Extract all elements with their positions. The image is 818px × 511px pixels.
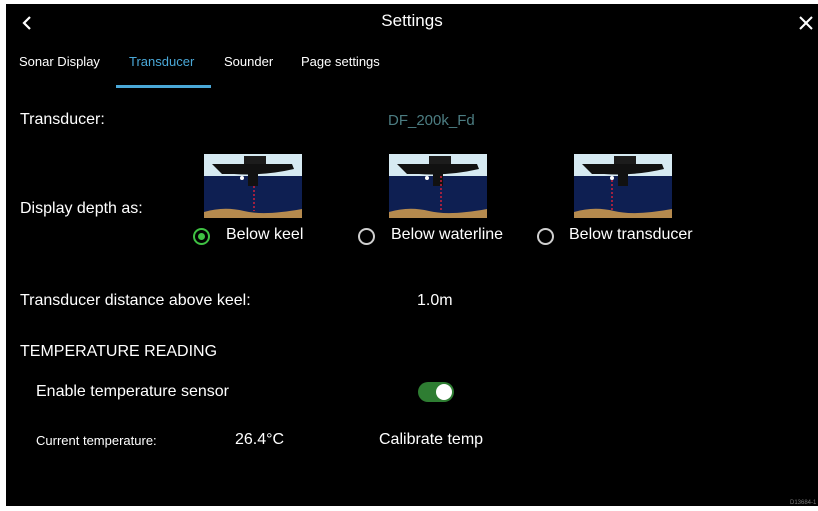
radio-label: Below transducer xyxy=(569,226,693,243)
page-title: Settings xyxy=(381,11,443,30)
toggle-knob xyxy=(436,384,452,400)
transducer-label: Transducer: xyxy=(20,111,105,128)
radio-label: Below waterline xyxy=(391,226,504,243)
current-temperature-value: 26.4°C xyxy=(235,431,285,448)
radio-below-transducer[interactable]: Below transducer xyxy=(537,226,717,248)
tab-transducer[interactable]: Transducer xyxy=(129,54,194,69)
tab-sounder[interactable]: Sounder xyxy=(224,54,273,69)
depth-below-keel-diagram xyxy=(204,154,302,218)
radio-below-keel[interactable]: Below keel xyxy=(193,226,323,248)
keel-distance-label: Transducer distance above keel: xyxy=(20,292,251,309)
radio-unselected-icon[interactable] xyxy=(537,228,554,245)
display-depth-label: Display depth as: xyxy=(20,200,143,217)
depth-below-transducer-diagram xyxy=(574,154,672,218)
radio-unselected-icon[interactable] xyxy=(358,228,375,245)
figure-code: D13684-1 xyxy=(790,500,817,506)
temperature-heading: TEMPERATURE READING xyxy=(20,343,218,360)
tab-page-settings[interactable]: Page settings xyxy=(301,54,380,69)
calibrate-temp-button[interactable]: Calibrate temp xyxy=(379,431,483,449)
keel-distance-value[interactable]: 1.0m xyxy=(417,292,453,310)
current-temperature-label: Current temperature: xyxy=(36,433,157,448)
close-icon[interactable] xyxy=(793,10,818,36)
active-tab-indicator xyxy=(116,85,211,88)
enable-temperature-label: Enable temperature sensor xyxy=(36,383,229,400)
radio-label: Below keel xyxy=(226,226,304,243)
enable-temperature-toggle[interactable] xyxy=(418,382,454,402)
depth-below-waterline-diagram xyxy=(389,154,487,218)
tab-sonar-display[interactable]: Sonar Display xyxy=(19,54,100,69)
radio-below-waterline[interactable]: Below waterline xyxy=(358,226,528,248)
radio-selected-icon[interactable] xyxy=(193,228,210,245)
transducer-value: DF_200k_Fd xyxy=(388,112,475,129)
settings-screen: Settings Sonar Display Transducer Sounde… xyxy=(6,4,818,506)
